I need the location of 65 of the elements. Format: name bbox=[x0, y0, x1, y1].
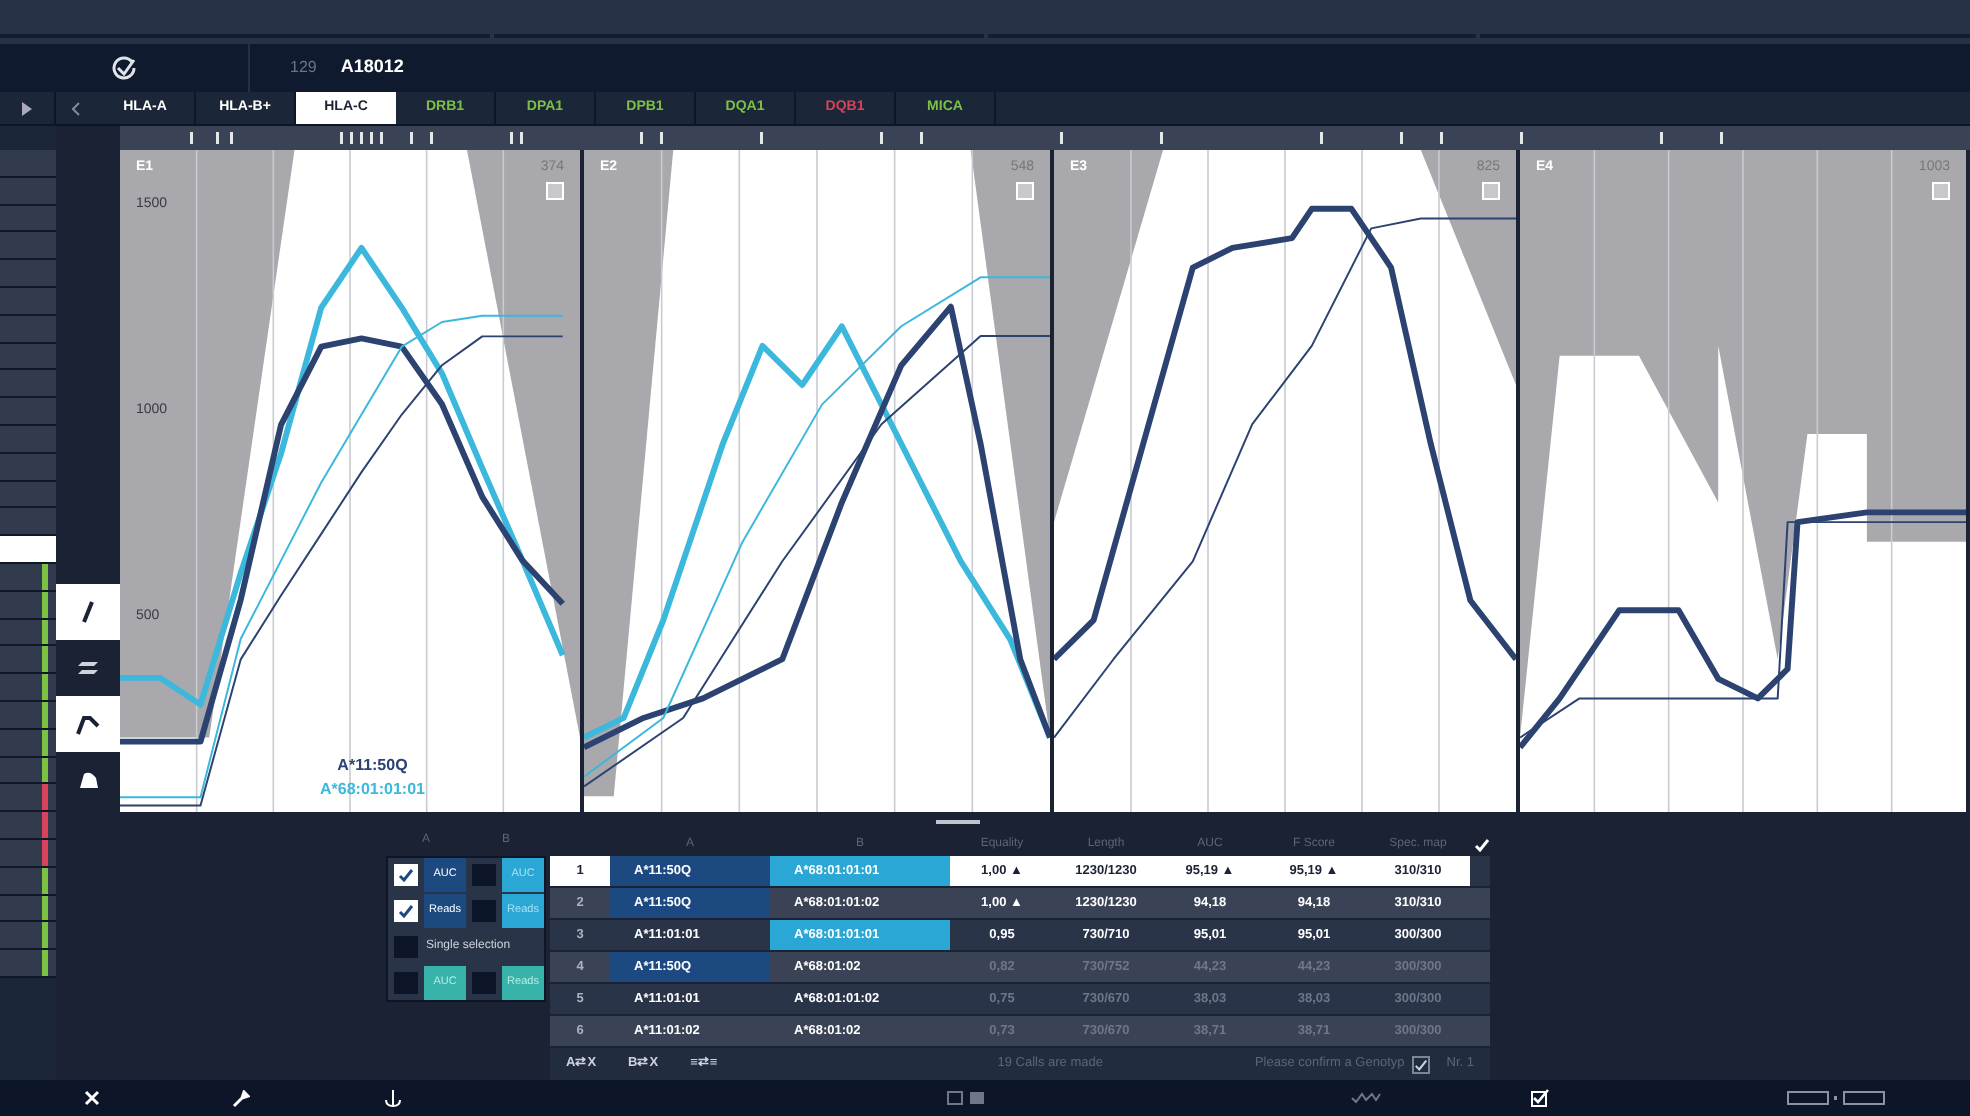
confirm-checkbox[interactable] bbox=[1412, 1055, 1431, 1073]
panel-checkbox[interactable] bbox=[1016, 182, 1034, 200]
checkbox[interactable] bbox=[394, 864, 418, 886]
play-icon bbox=[22, 101, 32, 115]
pen-icon bbox=[80, 600, 96, 624]
marker-row[interactable] bbox=[0, 287, 56, 316]
marker-row[interactable] bbox=[0, 812, 56, 840]
check-circle-icon[interactable] bbox=[112, 56, 136, 80]
marker-row[interactable] bbox=[0, 784, 56, 813]
legend-allele-a: A*11:50Q bbox=[337, 754, 408, 778]
anchor-icon[interactable] bbox=[384, 1088, 402, 1108]
checkbox-icon[interactable] bbox=[1530, 1088, 1550, 1108]
checkbox[interactable] bbox=[394, 972, 418, 994]
check-icon bbox=[1474, 837, 1490, 851]
marker-row[interactable] bbox=[0, 260, 56, 288]
marker-row[interactable] bbox=[0, 205, 56, 233]
layers-icon bbox=[76, 660, 100, 676]
check-icon bbox=[1414, 1057, 1429, 1071]
close-icon[interactable] bbox=[84, 1090, 100, 1106]
marker-row[interactable] bbox=[0, 839, 56, 868]
marker-row[interactable] bbox=[0, 232, 56, 261]
marker-row[interactable] bbox=[0, 536, 56, 564]
panel-checkbox[interactable] bbox=[546, 182, 564, 200]
marker-row[interactable] bbox=[0, 425, 56, 454]
marker-row[interactable] bbox=[0, 729, 56, 758]
marker-row[interactable] bbox=[0, 453, 56, 482]
marker-row[interactable] bbox=[0, 370, 56, 399]
panel-checkbox[interactable] bbox=[1482, 182, 1500, 200]
marker-row[interactable] bbox=[0, 701, 56, 730]
marker-row[interactable] bbox=[0, 646, 56, 675]
checkbox[interactable] bbox=[472, 972, 496, 994]
marker-row[interactable] bbox=[0, 150, 56, 178]
wrench-icon[interactable] bbox=[232, 1089, 250, 1107]
toggle-icon[interactable] bbox=[946, 1090, 986, 1106]
wave-check-icon[interactable] bbox=[1350, 1092, 1382, 1104]
marker-row[interactable] bbox=[0, 177, 56, 206]
screens-icon[interactable] bbox=[1786, 1090, 1886, 1106]
marker-row[interactable] bbox=[0, 315, 56, 344]
tool-button[interactable] bbox=[56, 696, 120, 752]
marker-row[interactable] bbox=[0, 591, 56, 620]
marker-row[interactable] bbox=[0, 563, 56, 592]
marker-row[interactable] bbox=[0, 867, 56, 896]
marker-row[interactable] bbox=[0, 950, 56, 978]
marker-row[interactable] bbox=[0, 922, 56, 951]
marker-row[interactable] bbox=[0, 895, 56, 923]
marker-row[interactable] bbox=[0, 508, 56, 537]
panel-checkbox[interactable] bbox=[1932, 182, 1950, 200]
run-number: 129 bbox=[290, 56, 317, 80]
marker-row[interactable] bbox=[0, 398, 56, 426]
marker-row[interactable] bbox=[0, 481, 56, 509]
sample-id: A18012 bbox=[340, 54, 404, 81]
tool-button[interactable] bbox=[56, 584, 120, 640]
chevron-left-icon bbox=[72, 101, 80, 115]
marker-row[interactable] bbox=[0, 619, 56, 647]
marker-row[interactable] bbox=[0, 343, 56, 371]
checkbox[interactable] bbox=[394, 900, 418, 922]
marker-row[interactable] bbox=[0, 674, 56, 702]
resize-handle[interactable] bbox=[936, 820, 980, 824]
legend-allele-b: A*68:01:01:01 bbox=[320, 778, 425, 802]
checkbox[interactable] bbox=[472, 900, 496, 922]
checkbox[interactable] bbox=[394, 936, 418, 958]
peak-icon bbox=[76, 712, 100, 736]
checkbox[interactable] bbox=[472, 864, 496, 886]
shape-icon bbox=[77, 770, 99, 790]
marker-row[interactable] bbox=[0, 757, 56, 785]
